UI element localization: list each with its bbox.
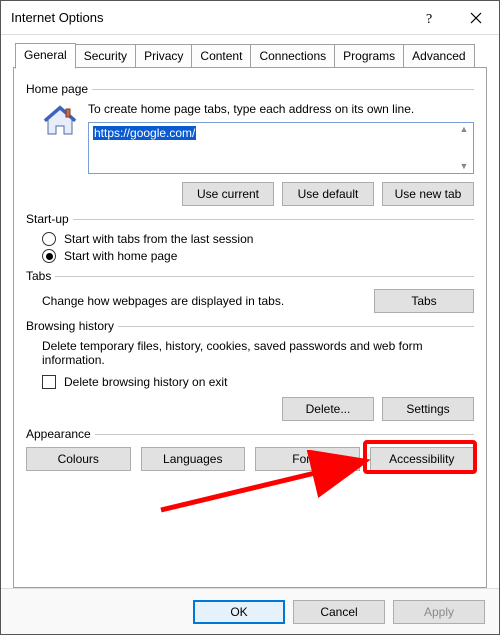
radio-start-last-session[interactable]: Start with tabs from the last session [42, 232, 474, 246]
accessibility-button[interactable]: Accessibility [370, 447, 475, 471]
scroll-down-icon[interactable]: ▼ [460, 162, 469, 171]
radio-label: Start with home page [64, 249, 177, 263]
tabs-description: Change how webpages are displayed in tab… [42, 294, 364, 308]
use-default-button[interactable]: Use default [282, 182, 374, 206]
window-title: Internet Options [11, 10, 407, 25]
checkbox-icon [42, 375, 56, 389]
divider [73, 219, 474, 220]
group-startup: Start-up Start with tabs from the last s… [26, 212, 474, 263]
divider [55, 276, 474, 277]
titlebar: Internet Options ? [1, 1, 499, 35]
divider [92, 89, 474, 90]
group-label: Start-up [26, 212, 73, 226]
dialog-footer: OK Cancel Apply [1, 588, 499, 634]
internet-options-dialog: Internet Options ? General Security Priv… [0, 0, 500, 635]
help-icon[interactable]: ? [407, 2, 453, 34]
checkbox-label: Delete browsing history on exit [64, 375, 227, 389]
group-label: Tabs [26, 269, 55, 283]
group-label: Appearance [26, 427, 95, 441]
textarea-scrollbar[interactable]: ▲ ▼ [455, 123, 473, 173]
apply-button[interactable]: Apply [393, 600, 485, 624]
use-current-button[interactable]: Use current [182, 182, 274, 206]
radio-icon [42, 249, 56, 263]
tabs-button[interactable]: Tabs [374, 289, 474, 313]
tab-panel-general: Home page To create home p [13, 67, 487, 588]
tab-content[interactable]: Content [191, 44, 251, 68]
svg-text:?: ? [426, 12, 432, 25]
tab-advanced[interactable]: Advanced [403, 44, 474, 68]
divider [118, 326, 474, 327]
group-tabs: Tabs Change how webpages are displayed i… [26, 269, 474, 313]
ok-button[interactable]: OK [193, 600, 285, 624]
divider [95, 434, 474, 435]
group-label: Home page [26, 82, 92, 96]
group-label: Browsing history [26, 319, 118, 333]
cancel-button[interactable]: Cancel [293, 600, 385, 624]
group-appearance: Appearance Colours Languages Fonts Acces… [26, 427, 474, 471]
settings-button[interactable]: Settings [382, 397, 474, 421]
group-home-page: Home page To create home p [26, 82, 474, 206]
radio-start-home-page[interactable]: Start with home page [42, 249, 474, 263]
tab-connections[interactable]: Connections [250, 44, 335, 68]
languages-button[interactable]: Languages [141, 447, 246, 471]
group-browsing-history: Browsing history Delete temporary files,… [26, 319, 474, 421]
home-page-url-input[interactable]: https://google.com/ ▲ ▼ [88, 122, 474, 174]
close-icon[interactable] [453, 2, 499, 34]
tab-general[interactable]: General [15, 43, 76, 69]
colours-button[interactable]: Colours [26, 447, 131, 471]
tab-security[interactable]: Security [75, 44, 136, 68]
home-page-url-value: https://google.com/ [93, 126, 196, 140]
fonts-button[interactable]: Fonts [255, 447, 360, 471]
delete-on-exit-checkbox[interactable]: Delete browsing history on exit [42, 375, 474, 389]
scroll-up-icon[interactable]: ▲ [460, 125, 469, 134]
tab-programs[interactable]: Programs [334, 44, 404, 68]
client-area: General Security Privacy Content Connect… [1, 35, 499, 588]
tab-privacy[interactable]: Privacy [135, 44, 192, 68]
house-icon [42, 104, 78, 138]
history-description: Delete temporary files, history, cookies… [42, 339, 474, 367]
use-new-tab-button[interactable]: Use new tab [382, 182, 474, 206]
radio-label: Start with tabs from the last session [64, 232, 253, 246]
tab-strip: General Security Privacy Content Connect… [13, 43, 487, 68]
radio-icon [42, 232, 56, 246]
delete-button[interactable]: Delete... [282, 397, 374, 421]
home-page-instruction: To create home page tabs, type each addr… [88, 102, 474, 116]
